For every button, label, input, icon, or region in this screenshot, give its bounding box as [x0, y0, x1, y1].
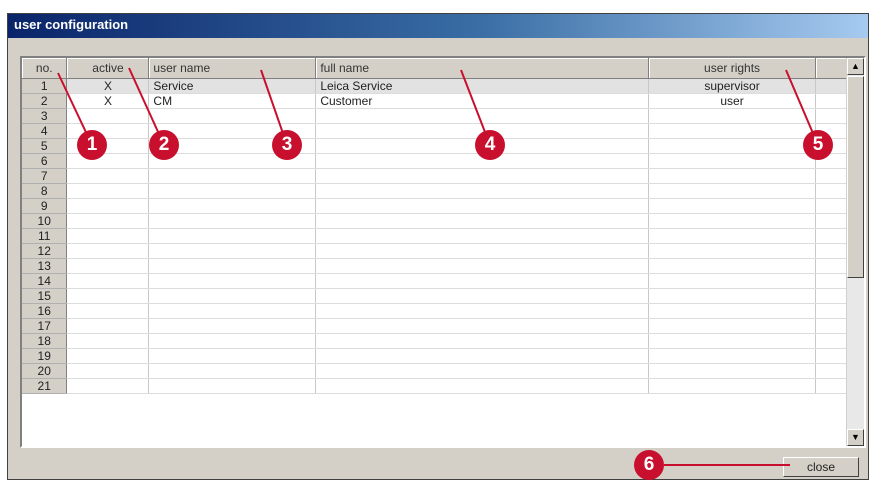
callout-2: 2: [149, 130, 179, 160]
callout-5: 5: [803, 130, 833, 160]
callout-3: 3: [272, 130, 302, 160]
callout-1: 1: [77, 130, 107, 160]
callout-leader-lines: [57, 67, 819, 466]
callout-4: 4: [475, 130, 505, 160]
callout-6: 6: [634, 450, 664, 480]
